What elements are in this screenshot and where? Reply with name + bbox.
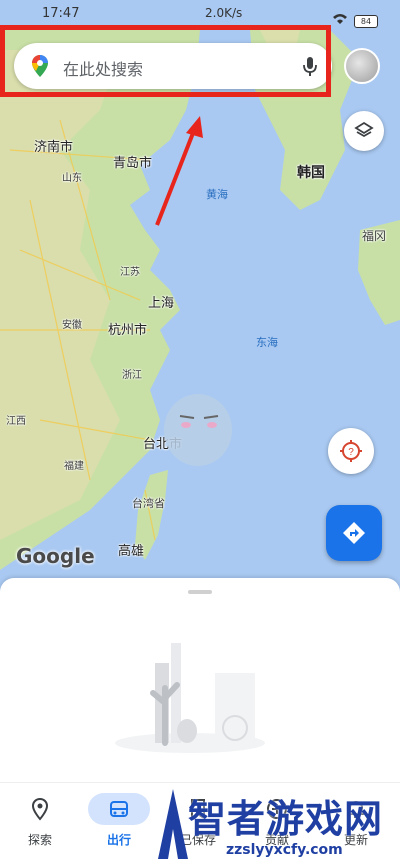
watermark-text: 智者游戏网 xyxy=(188,797,384,841)
map-label-taiwan: 台湾省 xyxy=(132,497,165,510)
map-label-jiangxi: 江西 xyxy=(6,416,26,427)
map-label-fujian: 福建 xyxy=(64,461,84,472)
mascot-watermark xyxy=(164,394,232,466)
layers-icon xyxy=(354,121,374,138)
watermark-url: zzslyyxcfy.com xyxy=(226,842,343,858)
site-watermark: 智者游戏网 zzslyyxcfy.com xyxy=(148,782,400,866)
drag-handle[interactable] xyxy=(188,590,212,594)
compass-icon: ? xyxy=(340,440,362,462)
map-label-donghai: 东海 xyxy=(256,336,278,349)
map-label-shanghai[interactable]: 上海 xyxy=(148,292,174,311)
google-logo: Google xyxy=(16,544,95,568)
car-icon xyxy=(110,801,128,817)
nav-item-go[interactable]: 出行 xyxy=(84,793,154,853)
nav-label-explore: 探索 xyxy=(27,833,52,847)
nav-label-go: 出行 xyxy=(106,833,131,847)
map-label-kaohsiung[interactable]: 高雄 xyxy=(118,540,144,559)
map-label-jiangsu: 江苏 xyxy=(120,267,140,278)
map-label-anhui: 安徽 xyxy=(62,320,82,331)
my-location-button[interactable]: ? xyxy=(328,428,374,474)
nav-item-explore[interactable]: 探索 xyxy=(5,793,75,853)
empty-state-illustration xyxy=(115,643,265,753)
map-label-zhejiang: 浙江 xyxy=(122,370,142,381)
layers-button[interactable] xyxy=(344,111,384,151)
pin-icon xyxy=(31,797,49,821)
svg-text:?: ? xyxy=(348,447,354,458)
directions-icon xyxy=(343,522,365,544)
directions-button[interactable] xyxy=(326,505,382,561)
callout-arrow xyxy=(155,116,203,226)
map-label-hangzhou[interactable]: 杭州市 xyxy=(108,319,147,338)
